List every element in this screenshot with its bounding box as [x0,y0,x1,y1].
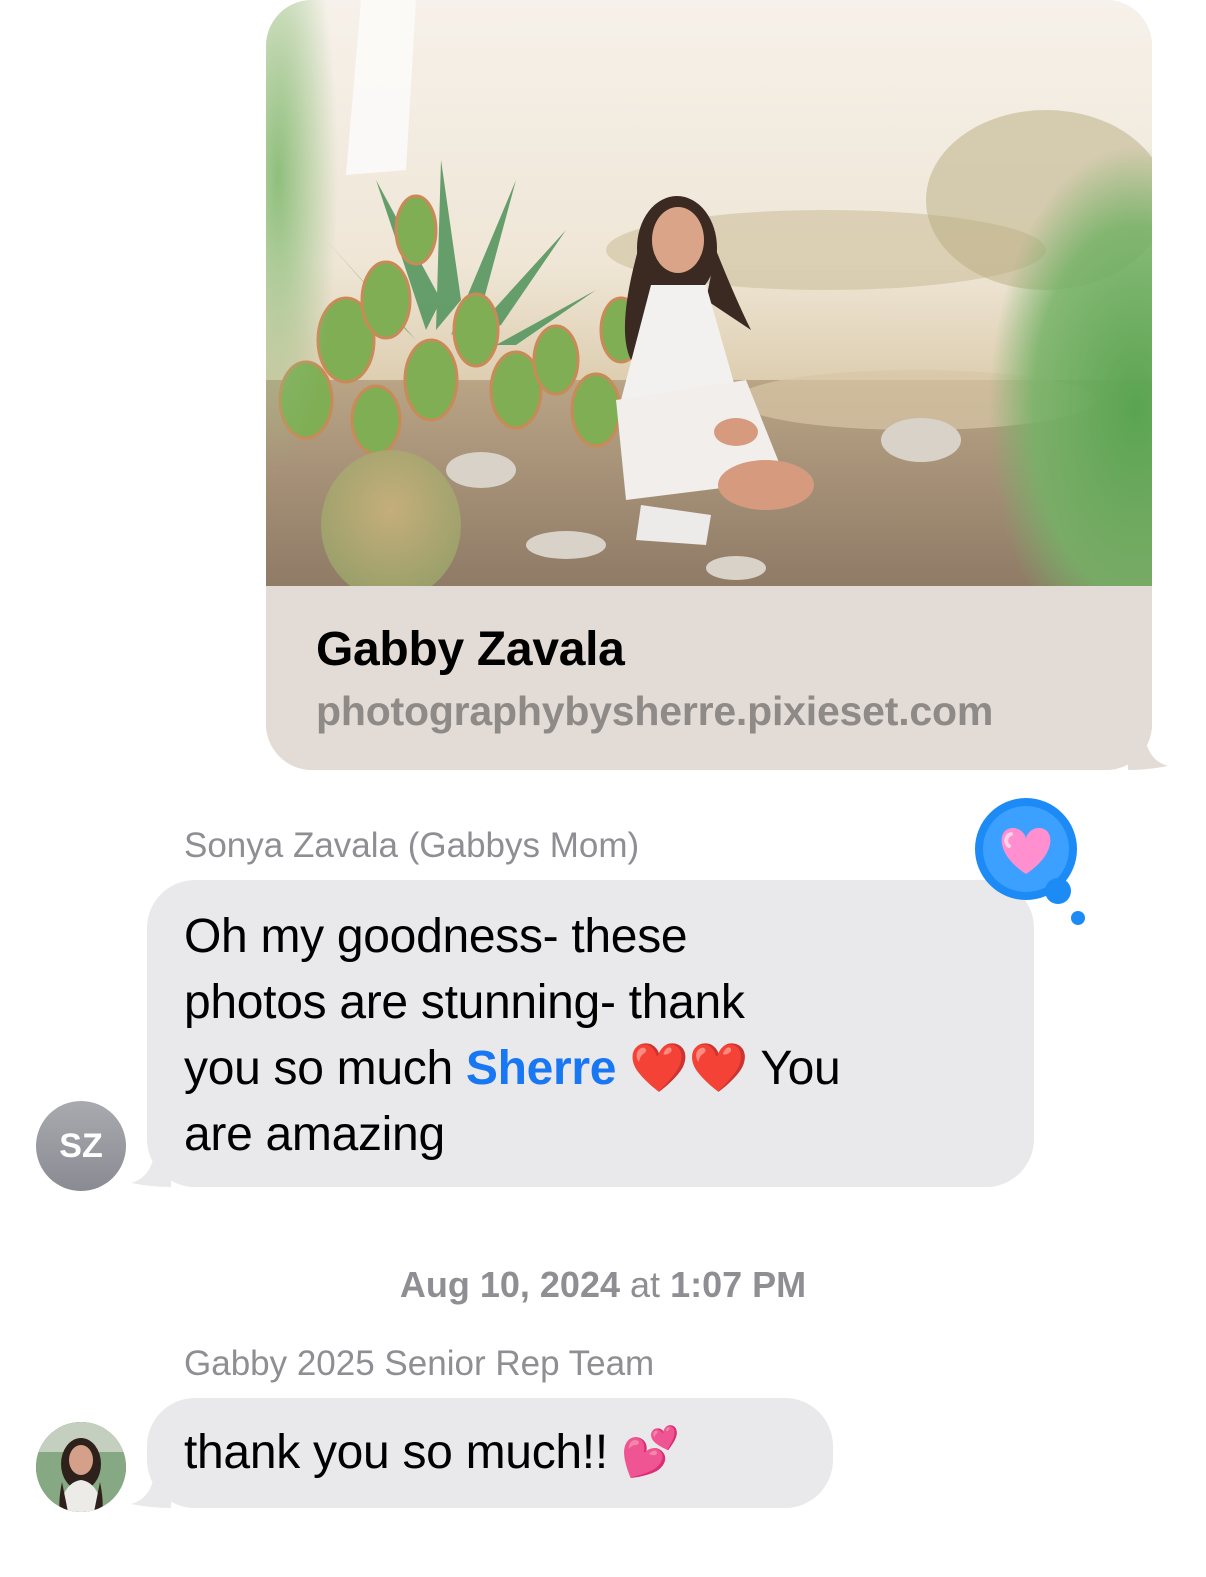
timestamp-time: 1:07 PM [670,1264,807,1305]
message-text: Oh my goodness- these photos are stunnin… [184,904,841,1168]
message-line: you so much Sherre ❤️❤️ You [184,1036,841,1102]
bubble-tail-left [131,1468,171,1508]
message-line: Oh my goodness- these [184,910,688,963]
link-title: Gabby Zavala [316,623,625,676]
message-line: photos are stunning- thank [184,976,745,1029]
sender-name: Sonya Zavala (Gabbys Mom) [184,826,640,865]
message-text: thank you so much!! 💕 [184,1420,681,1486]
bubble-tail-right [1128,730,1168,770]
link-preview-meta[interactable]: Gabby Zavala photographybysherre.pixiese… [266,586,1152,770]
message-line-text: thank you so much!! [184,1426,608,1479]
two-hearts-emoji: 💕 [620,1426,681,1479]
message-bubble[interactable]: Oh my goodness- these photos are stunnin… [131,880,1034,1187]
mention-sherre[interactable]: Sherre [466,1042,617,1095]
avatar-initials[interactable]: SZ [36,1101,126,1191]
avatar-image [36,1422,126,1512]
link-url[interactable]: photographybysherre.pixieset.com [316,688,993,735]
sender-name: Gabby 2025 Senior Rep Team [184,1344,655,1383]
red-heart-emoji: ❤️❤️ [629,1042,749,1095]
timestamp: Aug 10, 2024 at 1:07 PM [0,1264,1206,1306]
timestamp-date: Aug 10, 2024 [399,1264,620,1305]
bubble-tail-left [131,1147,171,1187]
message-line: are amazing [184,1108,445,1161]
link-preview-bubble[interactable]: Gabby Zavala photographybysherre.pixiese… [266,0,1168,770]
tapback-heart-reaction[interactable] [975,798,1087,928]
link-preview-image[interactable] [266,0,1152,586]
avatar-photo[interactable] [36,1422,126,1512]
message-line-text: You [760,1042,841,1095]
message-bubble[interactable]: thank you so much!! 💕 [131,1398,833,1508]
timestamp-at: at [630,1264,661,1305]
message-line-text: you so much [184,1042,466,1095]
